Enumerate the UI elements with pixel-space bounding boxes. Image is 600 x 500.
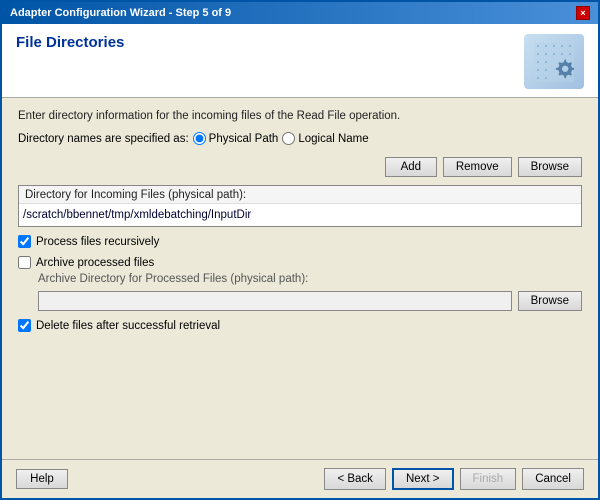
physical-path-radio[interactable] xyxy=(193,132,206,145)
main-content: Enter directory information for the inco… xyxy=(2,98,598,459)
title-bar-controls: × xyxy=(576,6,590,20)
process-recursively-checkbox[interactable] xyxy=(18,235,31,248)
archive-directory-label: Archive Directory for Processed Files (p… xyxy=(38,273,582,285)
directory-button-row: Add Remove Browse xyxy=(18,157,582,177)
logical-name-radio[interactable] xyxy=(282,132,295,145)
physical-path-option[interactable]: Physical Path xyxy=(193,132,279,145)
finish-button[interactable]: Finish xyxy=(460,468,517,490)
title-bar-title-group: Adapter Configuration Wizard - Step 5 of… xyxy=(10,7,231,19)
window-title: Adapter Configuration Wizard - Step 5 of… xyxy=(10,7,231,19)
archive-row[interactable]: Archive processed files xyxy=(18,256,582,269)
directory-type-row: Directory names are specified as: Physic… xyxy=(18,132,582,145)
gear-icon xyxy=(534,42,574,82)
help-button[interactable]: Help xyxy=(16,469,68,489)
archive-sub-row: Browse xyxy=(38,291,582,311)
directory-section-label: Directory for Incoming Files (physical p… xyxy=(19,186,581,204)
archive-checkbox[interactable] xyxy=(18,256,31,269)
page-title: File Directories xyxy=(16,34,524,51)
footer-nav-buttons: < Back Next > Finish Cancel xyxy=(324,468,584,490)
process-recursively-label: Process files recursively xyxy=(36,236,159,248)
info-line1: Enter directory information for the inco… xyxy=(18,110,582,122)
directory-type-label: Directory names are specified as: xyxy=(18,133,189,145)
cancel-button[interactable]: Cancel xyxy=(522,468,584,490)
wizard-window: Adapter Configuration Wizard - Step 5 of… xyxy=(0,0,600,500)
logical-name-label: Logical Name xyxy=(298,133,368,145)
delete-row[interactable]: Delete files after successful retrieval xyxy=(18,319,582,332)
header-icon xyxy=(524,34,584,89)
header-text: File Directories xyxy=(16,34,524,57)
remove-button[interactable]: Remove xyxy=(443,157,512,177)
close-button[interactable]: × xyxy=(576,6,590,20)
browse-archive-button[interactable]: Browse xyxy=(518,291,582,311)
logical-name-option[interactable]: Logical Name xyxy=(282,132,368,145)
footer: Help < Back Next > Finish Cancel xyxy=(2,459,598,498)
archive-directory-input[interactable] xyxy=(38,291,512,311)
back-button[interactable]: < Back xyxy=(324,468,385,490)
header-panel: File Directories xyxy=(2,24,598,98)
archive-group: Archive processed files Archive Director… xyxy=(18,256,582,311)
directory-section-box: Directory for Incoming Files (physical p… xyxy=(18,185,582,227)
delete-label: Delete files after successful retrieval xyxy=(36,320,220,332)
add-button[interactable]: Add xyxy=(385,157,437,177)
process-recursively-row[interactable]: Process files recursively xyxy=(18,235,582,248)
physical-path-label: Physical Path xyxy=(209,133,279,145)
next-button[interactable]: Next > xyxy=(392,468,454,490)
archive-label: Archive processed files xyxy=(36,257,154,269)
delete-checkbox[interactable] xyxy=(18,319,31,332)
browse-button[interactable]: Browse xyxy=(518,157,582,177)
directory-input[interactable] xyxy=(19,204,581,226)
title-bar: Adapter Configuration Wizard - Step 5 of… xyxy=(2,2,598,24)
